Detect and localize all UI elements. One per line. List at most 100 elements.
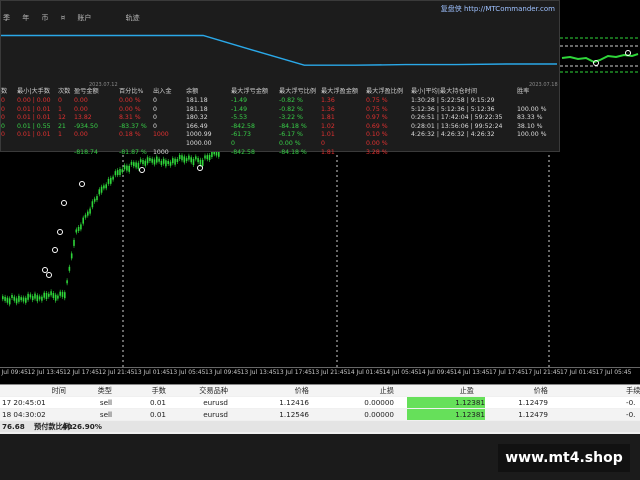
- stats-cell: 1.81: [321, 114, 335, 122]
- trade-marker: [61, 200, 67, 206]
- trade-marker: [79, 181, 85, 187]
- stats-cell: -0.82 %: [279, 97, 303, 104]
- stats-cell: -84.18 %: [279, 148, 307, 156]
- stats-cell: 百分比%: [119, 88, 144, 95]
- column-header: 价格: [533, 386, 548, 395]
- stats-cell: 0.00: [74, 97, 88, 104]
- stats-cell: -61.73: [231, 131, 251, 139]
- stats-cell: 出入金: [153, 88, 172, 95]
- stats-cell: -84.18 %: [279, 122, 307, 130]
- stats-cell: 0:26:51 | 17:42:04 | 59:22:35: [411, 114, 503, 122]
- table-row[interactable]: 18 04:30:02 sell 0.01 eurusd 1.12546 0.00000 1…: [0, 409, 640, 420]
- stats-cell: 1: [58, 105, 62, 113]
- table-cell: 1.12381: [407, 397, 485, 408]
- stats-cell: 0: [153, 122, 157, 130]
- stats-cell: 100.00 %: [517, 131, 547, 139]
- table-cell: 17 20:45:01: [2, 398, 46, 407]
- stats-cell: -934.50: [74, 122, 98, 130]
- mini-chart: [560, 0, 640, 86]
- table-cell: 1.12479: [518, 398, 548, 407]
- column-header: 止损: [379, 386, 394, 395]
- stats-cell: 最大浮盈金额: [321, 88, 359, 95]
- column-header: 手续: [626, 386, 640, 395]
- column-header: 时间: [51, 386, 66, 395]
- stats-cell: 0.01 | 0.01: [17, 105, 51, 113]
- column-header: 手数: [151, 386, 166, 395]
- stats-cell: 0.00 | 0.00: [17, 97, 51, 104]
- stats-cell: 最小|大手数: [17, 88, 51, 95]
- stats-cell: -0.82 %: [279, 105, 303, 113]
- x-tick-label: 12 Jul 17:45: [63, 369, 99, 376]
- trade-marker: [57, 229, 63, 235]
- stats-cell: -83.37 %: [119, 122, 147, 130]
- table-row[interactable]: 17 20:45:01 sell 0.01 eurusd 1.12416 0.00000 1…: [0, 397, 640, 408]
- orders-header: 时间 类型 手数 交易品种 价格 止损 止盈 价格 手续: [0, 385, 640, 396]
- stats-cell: 0:28:01 | 13:56:06 | 99:52:24: [411, 122, 503, 130]
- x-tick-label: 13 Jul 17:45: [276, 369, 312, 376]
- summary-percent: 4026.90%: [62, 422, 102, 431]
- orders-table: 时间 类型 手数 交易品种 价格 止损 止盈 价格 手续 17 20:45:01 sell 0.01…: [0, 384, 640, 435]
- trade-marker: [42, 267, 48, 273]
- x-tick-label: 14 Jul 01:45: [347, 369, 383, 376]
- x-tick-label: 12 Jul 13:45: [27, 369, 64, 376]
- stats-cell: 0.00 %: [119, 105, 141, 113]
- stats-cell: 0.01 | 0.01: [17, 131, 51, 139]
- stats-cell: 0.75 %: [366, 97, 388, 104]
- stats-cell: 最小|平均|最大持仓时间: [411, 88, 478, 95]
- stats-cell: 0: [1, 97, 5, 104]
- stats-cell: 166.49: [186, 122, 208, 130]
- stats-cell: 0.00: [74, 105, 88, 113]
- time-axis: 12 Jul 09:4512 Jul 13:4512 Jul 17:4512 J…: [0, 367, 640, 380]
- stats-cell: 余额: [186, 88, 199, 95]
- stats-cell: 0.00: [74, 131, 88, 139]
- stats-cell: 1000: [153, 148, 169, 156]
- stats-cell: 最大浮盈比例: [366, 88, 404, 95]
- stats-cell: 0.01 | 0.55: [17, 122, 51, 130]
- stats-cell: 13.82: [74, 114, 92, 122]
- stats-cell: 0.00 %: [279, 140, 301, 147]
- table-cell: sell: [99, 410, 112, 419]
- stats-cell: -842.58: [231, 148, 255, 156]
- stats-cell: 1.36: [321, 105, 335, 113]
- curve-date-right: 2023.07.18: [529, 82, 558, 88]
- stats-cell: 0.01 | 0.01: [17, 114, 51, 122]
- stats-cell: -81.87 %: [119, 148, 147, 156]
- x-tick-label: 17 Jul 17:45: [489, 369, 525, 376]
- stats-cell: 21: [58, 122, 66, 130]
- stats-cell: 8.31 %: [119, 114, 141, 122]
- x-tick-label: 17 Jul 01:45: [560, 369, 596, 376]
- trade-marker: [46, 272, 52, 278]
- table-cell: 1.12479: [518, 410, 548, 419]
- stats-cell: 0.18 %: [119, 131, 141, 139]
- x-tick-label: 13 Jul 21:45: [311, 369, 348, 376]
- stats-cell: 1.02: [321, 122, 335, 130]
- table-cell: 0.00000: [364, 410, 394, 419]
- stats-cell: 1:30:28 | 5:22:58 | 9:15:29: [411, 97, 495, 104]
- stats-cell: 1.01: [321, 131, 335, 139]
- stats-cell: 0: [153, 105, 157, 113]
- stats-cell: 数: [1, 88, 8, 95]
- stats-cell: 3.28 %: [366, 148, 388, 156]
- stats-cell: 180.32: [186, 114, 208, 122]
- stats-cell: 0.00 %: [119, 97, 141, 104]
- stats-cell: -1.49: [231, 105, 248, 113]
- x-tick-label: 14 Jul 13:45: [453, 369, 490, 376]
- stats-cell: 0.10 %: [366, 131, 388, 139]
- stats-cell: 100.00 %: [517, 105, 547, 113]
- stats-cell: 1000.99: [186, 131, 212, 139]
- column-header: 止盈: [459, 386, 474, 395]
- stats-cell: 0.69 %: [366, 122, 388, 130]
- table-cell: 1.12381: [407, 409, 485, 420]
- table-cell: 18 04:30:02: [2, 410, 46, 419]
- summary-row: 76.68 预付款比例: 4026.90%: [0, 421, 640, 432]
- x-tick-label: 13 Jul 13:45: [240, 369, 277, 376]
- stats-cell: 0: [153, 114, 157, 122]
- x-tick-label: 13 Jul 09:45: [205, 369, 241, 376]
- x-tick-label: 12 Jul 21:45: [98, 369, 135, 376]
- table-cell: 0.01: [149, 410, 166, 419]
- stats-cell: 0: [1, 114, 5, 122]
- column-header: 价格: [294, 386, 309, 395]
- stats-cell: 1000.00: [186, 140, 212, 147]
- stats-cell: 0: [1, 131, 5, 139]
- balance-curve-chart: [1, 34, 557, 66]
